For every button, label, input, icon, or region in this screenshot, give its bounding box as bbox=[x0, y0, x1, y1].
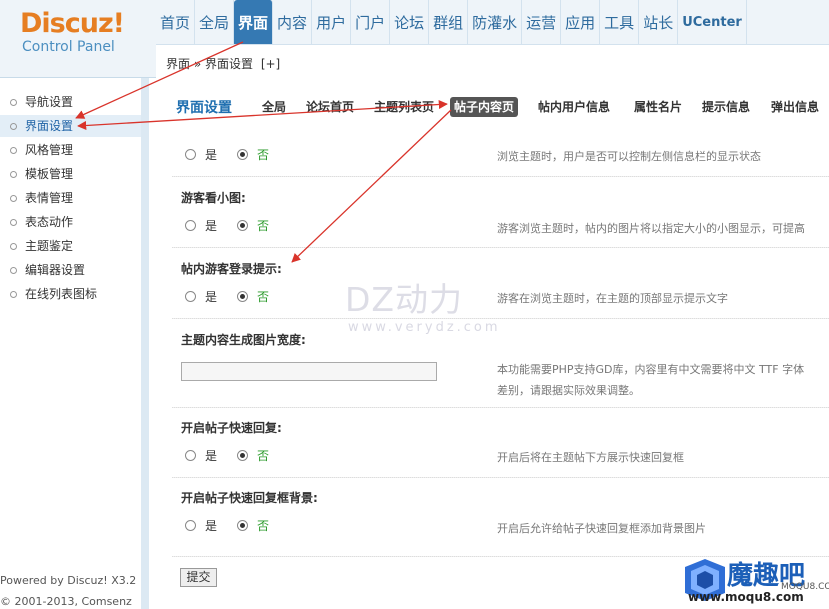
top-nav-item[interactable]: UCenter bbox=[678, 0, 747, 44]
radio-yes-label: 是 bbox=[205, 448, 218, 463]
top-nav-item[interactable]: 内容 bbox=[273, 0, 313, 44]
sidebar: Powered by Discuz! X3.2 © 2001-2013, Com… bbox=[0, 78, 149, 609]
sidebar-item[interactable]: 在线列表图标 bbox=[0, 283, 141, 305]
radio-no-label: 否 bbox=[257, 448, 270, 463]
sidebar-item[interactable]: 表情管理 bbox=[0, 187, 141, 209]
radio-yes[interactable] bbox=[185, 519, 196, 531]
setting-label: 主题内容生成图片宽度: bbox=[181, 333, 306, 347]
setting-label: 开启帖子快速回复框背景: bbox=[181, 491, 318, 505]
top-nav-item[interactable]: 首页 bbox=[156, 0, 196, 44]
top-nav-item[interactable]: 论坛 bbox=[390, 0, 430, 44]
setting-radio-1: 是 否 bbox=[185, 217, 289, 233]
add-shortcut-button[interactable]: [+] bbox=[261, 57, 280, 71]
discuz-logo[interactable]: Discuz! bbox=[20, 8, 125, 39]
top-nav-item[interactable]: 全局 bbox=[195, 0, 235, 44]
logo-subtitle: Control Panel bbox=[22, 39, 115, 55]
top-nav-item[interactable]: 群组 bbox=[429, 0, 469, 44]
sidebar-item[interactable]: 风格管理 bbox=[0, 139, 141, 161]
top-nav-item[interactable]: 用户 bbox=[312, 0, 352, 44]
radio-yes-label: 是 bbox=[205, 289, 218, 304]
watermark-main: DZ动力 bbox=[345, 280, 464, 319]
top-nav-item[interactable]: 防灌水 bbox=[468, 0, 523, 44]
radio-yes-label: 是 bbox=[205, 218, 218, 233]
radio-yes[interactable] bbox=[185, 290, 196, 302]
sub-tab[interactable]: 帖子内容页 bbox=[450, 97, 519, 117]
setting-desc: 游客在浏览主题时，在主题的顶部显示提示文字 bbox=[497, 292, 728, 305]
radio-no-label: 否 bbox=[257, 518, 270, 533]
sub-tab[interactable]: 提示信息 bbox=[698, 97, 754, 117]
submit-button[interactable]: 提交 bbox=[180, 568, 217, 587]
radio-yes-label: 是 bbox=[205, 147, 218, 162]
sub-tab[interactable]: 帖内用户信息 bbox=[534, 97, 614, 117]
radio-no[interactable] bbox=[237, 519, 249, 531]
watermark-sub: www.verydz.com bbox=[348, 320, 501, 335]
sidebar-item[interactable]: 模板管理 bbox=[0, 163, 141, 185]
divider bbox=[172, 318, 829, 319]
footer-powered: Powered by Discuz! X3.2 bbox=[0, 574, 137, 587]
setting-label: 游客看小图: bbox=[181, 191, 246, 205]
top-nav-item[interactable]: 界面 bbox=[234, 0, 274, 44]
sidebar-item[interactable]: 主题鉴定 bbox=[0, 235, 141, 257]
setting-desc: 浏览主题时，用户是否可以控制左侧信息栏的显示状态 bbox=[497, 150, 761, 163]
radio-yes[interactable] bbox=[185, 449, 196, 461]
breadcrumb-path[interactable]: 界面 » 界面设置 bbox=[166, 57, 253, 71]
radio-no-label: 否 bbox=[257, 218, 270, 233]
top-nav-item[interactable]: 应用 bbox=[561, 0, 601, 44]
radio-no[interactable] bbox=[237, 290, 249, 302]
setting-label: 帖内游客登录提示: bbox=[181, 262, 282, 276]
divider bbox=[172, 247, 829, 248]
footer-copyright: © 2001-2013, Comsenz Inc. bbox=[0, 595, 132, 609]
sub-tab[interactable]: 全局 bbox=[258, 97, 290, 117]
radio-yes-label: 是 bbox=[205, 518, 218, 533]
top-nav-item[interactable]: 站长 bbox=[639, 0, 679, 44]
setting-radio-0: 是 否 bbox=[185, 146, 289, 162]
page-title: 界面设置 bbox=[176, 100, 232, 116]
sub-tab[interactable]: 论坛首页 bbox=[302, 97, 358, 117]
sub-tab[interactable]: 主题列表页 bbox=[370, 97, 438, 117]
main-content: 界面设置 是 否 浏览主题时，用户是否可以控制左侧信息栏的显示状态 游客看小图:… bbox=[157, 78, 829, 609]
radio-no[interactable] bbox=[237, 219, 249, 231]
setting-desc: 开启后允许给帖子快速回复框添加背景图片 bbox=[497, 522, 706, 535]
divider bbox=[172, 477, 829, 478]
divider bbox=[172, 176, 829, 177]
radio-no-label: 否 bbox=[257, 289, 270, 304]
setting-radio-5: 是 否 bbox=[185, 517, 289, 533]
sidebar-item[interactable]: 表态动作 bbox=[0, 211, 141, 233]
setting-radio-2: 是 否 bbox=[185, 288, 289, 304]
setting-desc-2: 差别，请跟据实际效果调整。 bbox=[497, 384, 640, 397]
radio-no[interactable] bbox=[237, 449, 249, 461]
watermark-logo-url: www.moqu8.com bbox=[688, 590, 804, 604]
top-nav-item[interactable]: 运营 bbox=[522, 0, 562, 44]
radio-yes[interactable] bbox=[185, 148, 196, 160]
top-nav: 首页 全局 界面 内容 用户 门户 论坛 群组 防灌水 运营 应用 工具 站长 UCenter bbox=[156, 0, 747, 44]
radio-yes[interactable] bbox=[185, 219, 196, 231]
setting-desc: 游客浏览主题时，帖内的图片将以指定大小的小图显示，可提高 bbox=[497, 222, 805, 235]
setting-desc: 本功能需要PHP支持GD库，内容里有中文需要将中文 TTF 字体 bbox=[497, 363, 805, 376]
top-nav-item[interactable]: 门户 bbox=[351, 0, 391, 44]
radio-no[interactable] bbox=[237, 148, 249, 160]
top-nav-item[interactable]: 工具 bbox=[600, 0, 640, 44]
radio-no-label: 否 bbox=[257, 147, 270, 162]
sidebar-item[interactable]: 导航设置 bbox=[0, 91, 141, 113]
sidebar-item[interactable]: 编辑器设置 bbox=[0, 259, 141, 281]
sidebar-item[interactable]: 界面设置 bbox=[0, 115, 141, 137]
setting-desc: 开启后将在主题帖下方展示快速回复框 bbox=[497, 451, 684, 464]
breadcrumb: 界面 » 界面设置 [+] bbox=[156, 44, 829, 78]
sub-tab[interactable]: 弹出信息 bbox=[767, 97, 823, 117]
image-width-input[interactable] bbox=[181, 362, 437, 381]
setting-label: 开启帖子快速回复: bbox=[181, 421, 282, 435]
divider bbox=[172, 407, 829, 408]
sub-tab[interactable]: 属性名片 bbox=[630, 97, 686, 117]
setting-radio-4: 是 否 bbox=[185, 447, 289, 463]
